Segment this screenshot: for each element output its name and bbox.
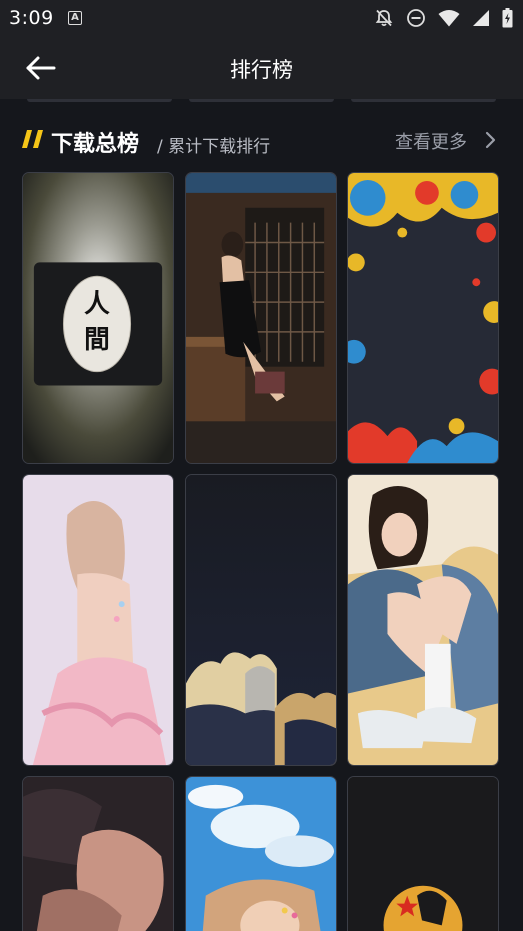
view-more-link[interactable]: 查看更多 xyxy=(395,128,467,154)
section-title: 下载总榜 xyxy=(51,132,140,157)
section-subtitle: / 累计下载排行 xyxy=(157,137,271,157)
battery-charging-icon xyxy=(502,8,513,28)
page-title: 排行榜 xyxy=(230,58,293,82)
wifi-icon xyxy=(438,10,460,27)
wallpaper-card-paint-splatter[interactable] xyxy=(347,172,499,464)
status-time: 3:09 xyxy=(9,7,54,29)
signal-icon xyxy=(473,10,489,26)
status-bar: 3:09 A xyxy=(0,0,523,36)
svg-text:間: 間 xyxy=(84,325,110,355)
wallpaper-card-sky-portrait[interactable] xyxy=(185,776,337,931)
section-accent-icon xyxy=(22,130,43,148)
chevron-right-icon[interactable] xyxy=(484,131,496,149)
do-not-disturb-icon xyxy=(407,9,425,27)
svg-text:人: 人 xyxy=(84,289,110,319)
wallpaper-card-bar-interior[interactable] xyxy=(185,172,337,464)
status-icons xyxy=(374,8,513,28)
previous-section-card-edge xyxy=(189,99,334,102)
app-bar: 排行榜 xyxy=(0,36,523,99)
wallpaper-card-dark-portrait[interactable] xyxy=(22,776,174,931)
section-header: 下载总榜 / 累计下载排行 查看更多 xyxy=(0,118,523,162)
bell-off-icon xyxy=(375,9,393,27)
wallpaper-card-dark-clouds[interactable] xyxy=(185,474,337,766)
wallpaper-card-denim-portrait[interactable] xyxy=(347,474,499,766)
wallpaper-card-pink-dress[interactable] xyxy=(22,474,174,766)
previous-section-card-edge xyxy=(351,99,496,102)
notification-a-icon: A xyxy=(68,11,82,25)
wallpaper-card-lantern[interactable]: 人 間 xyxy=(22,172,174,464)
wallpaper-card-dragon-ball-emblem[interactable] xyxy=(347,776,499,931)
previous-section-card-edge xyxy=(27,99,172,102)
